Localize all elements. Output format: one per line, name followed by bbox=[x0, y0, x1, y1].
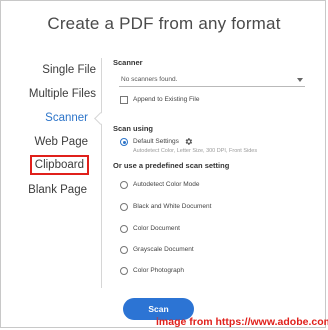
predefined-section-label: Or use a predefined scan setting bbox=[113, 161, 230, 170]
nav-divider bbox=[101, 58, 102, 288]
scanner-select-value: No scanners found. bbox=[121, 76, 178, 83]
grayscale-document-label: Grayscale Document bbox=[133, 246, 194, 253]
nav-item-clipboard[interactable]: Clipboard bbox=[29, 155, 90, 175]
page-title: Create a PDF from any format bbox=[47, 14, 281, 33]
nav-item-single-file[interactable]: Single File bbox=[42, 64, 96, 76]
nav-item-multiple-files[interactable]: Multiple Files bbox=[29, 88, 96, 100]
default-settings-radio[interactable] bbox=[120, 138, 128, 146]
scanner-section-label: Scanner bbox=[113, 58, 143, 67]
color-photograph-label: Color Photograph bbox=[133, 267, 184, 274]
append-label: Append to Existing File bbox=[133, 96, 200, 103]
scanner-select[interactable]: No scanners found. bbox=[119, 74, 305, 87]
default-settings-description: Autodetect Color, Letter Size, 300 DPI, … bbox=[133, 148, 258, 154]
color-photograph-radio[interactable] bbox=[120, 267, 128, 275]
nav-item-web-page[interactable]: Web Page bbox=[35, 136, 89, 148]
default-settings-label: Default Settings bbox=[133, 138, 179, 145]
chevron-down-icon bbox=[297, 78, 303, 82]
grayscale-document-radio[interactable] bbox=[120, 246, 128, 254]
nav-item-scanner[interactable]: Scanner bbox=[45, 112, 88, 124]
gear-icon[interactable] bbox=[184, 137, 193, 146]
bw-document-label: Black and White Document bbox=[133, 203, 212, 210]
bw-document-radio[interactable] bbox=[120, 203, 128, 211]
append-checkbox[interactable] bbox=[120, 96, 128, 104]
nav-item-blank-page[interactable]: Blank Page bbox=[28, 184, 87, 196]
image-credit: image from https://www.adobe.com/ bbox=[156, 316, 328, 328]
color-document-radio[interactable] bbox=[120, 225, 128, 233]
color-document-label: Color Document bbox=[133, 225, 180, 232]
autodetect-color-label: Autodetect Color Mode bbox=[133, 181, 200, 188]
autodetect-color-radio[interactable] bbox=[120, 181, 128, 189]
scan-using-label: Scan using bbox=[113, 124, 154, 133]
